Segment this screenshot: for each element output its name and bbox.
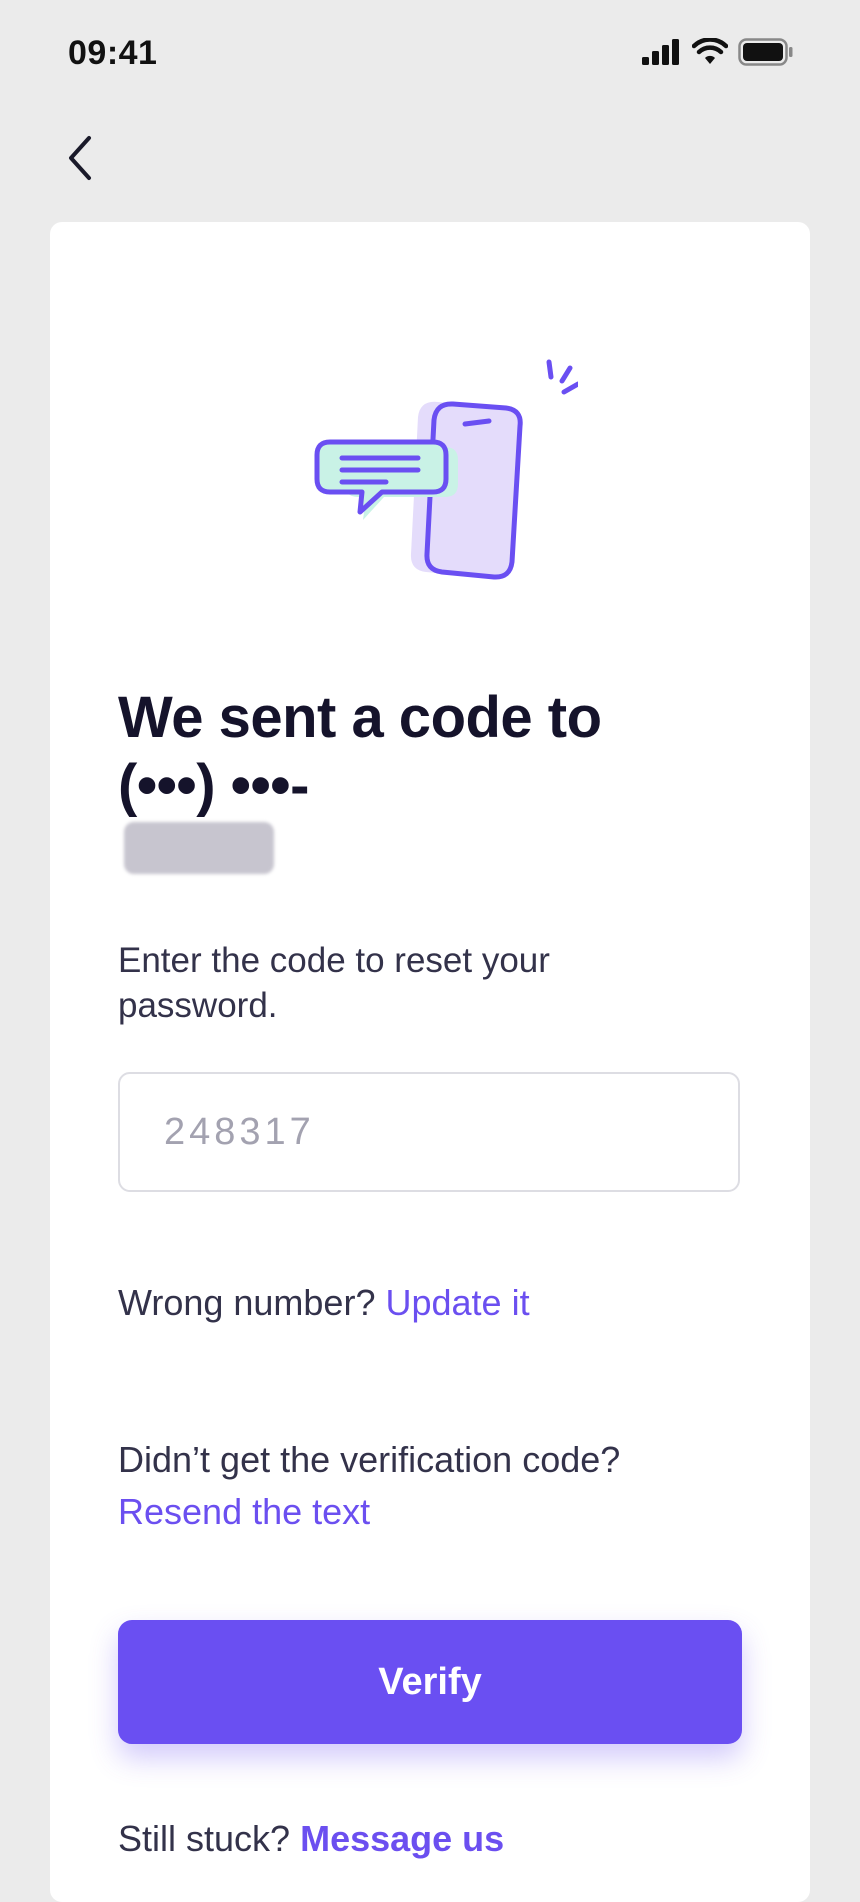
message-us-link[interactable]: Message us [300, 1818, 504, 1859]
status-time: 09:41 [68, 34, 158, 72]
cellular-signal-icon [642, 39, 679, 65]
verify-button[interactable]: Verify [118, 1620, 742, 1744]
wrong-number-prompt: Wrong number? [118, 1282, 376, 1323]
instruction-text: Enter the code to reset your password. [118, 941, 550, 1025]
resend-row: Didn’t get the verification code? Resend… [118, 1434, 620, 1538]
wifi-icon [692, 38, 728, 64]
update-number-link[interactable]: Update it [385, 1282, 529, 1323]
title-line-1: We sent a code to [118, 685, 602, 750]
phone-message-illustration [314, 359, 578, 580]
verification-code-input[interactable] [118, 1072, 740, 1192]
title-line-2: (•••) •••- [118, 753, 309, 818]
battery-icon [738, 38, 793, 66]
status-bar: 09:41 [0, 0, 860, 100]
resend-text-link[interactable]: Resend the text [118, 1486, 620, 1538]
help-prompt: Still stuck? [118, 1818, 291, 1859]
help-row: Still stuck? Message us [118, 1818, 504, 1860]
resend-prompt: Didn’t get the verification code? [118, 1439, 621, 1480]
back-button[interactable] [58, 128, 102, 188]
page-title: We sent a code to (•••) •••- [118, 684, 678, 820]
content-card: We sent a code to (•••) •••- Enter the c… [50, 222, 810, 1902]
wrong-number-row: Wrong number? Update it [118, 1282, 530, 1324]
chevron-left-icon [69, 136, 91, 180]
status-icons [642, 38, 794, 66]
redacted-phone-digits [124, 822, 274, 874]
